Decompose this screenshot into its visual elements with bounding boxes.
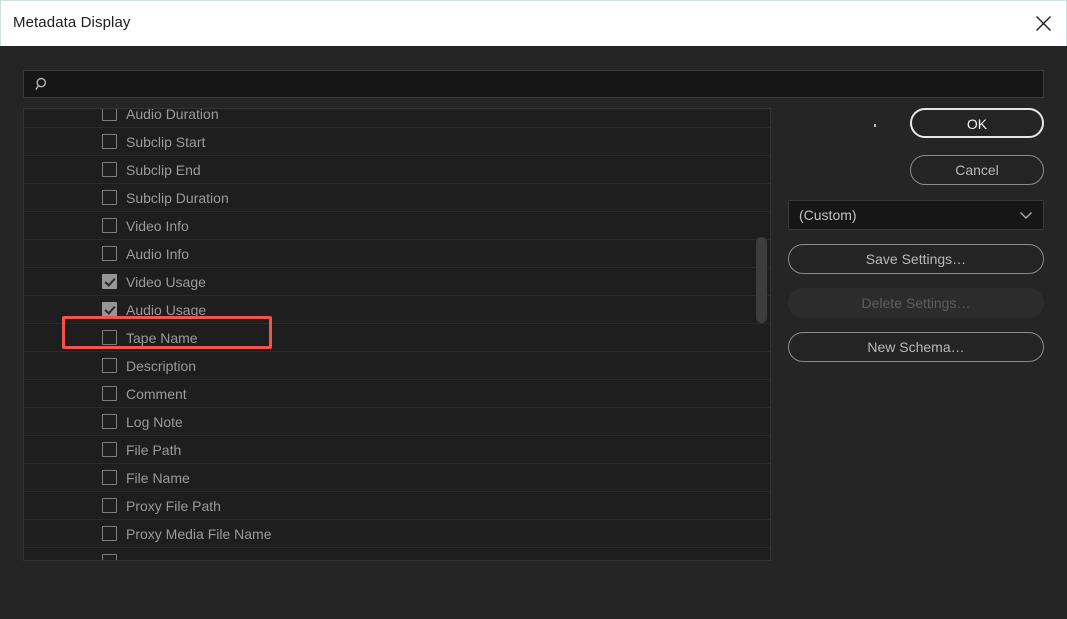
window-titlebar: Metadata Display <box>0 0 1067 46</box>
list-item-label: Subclip Start <box>126 133 206 150</box>
list-item[interactable]: Audio Info <box>24 240 770 268</box>
delete-settings-button: Delete Settings… <box>788 288 1044 318</box>
list-item-label: File Path <box>126 441 182 458</box>
mouse-cursor-artifact <box>874 124 876 127</box>
checkbox-checked[interactable] <box>102 274 117 289</box>
save-settings-button[interactable]: Save Settings… <box>788 244 1044 274</box>
list-item[interactable]: Audio Duration <box>24 108 770 128</box>
checkbox-unchecked[interactable] <box>102 498 117 513</box>
list-item[interactable]: Proxy Media File Name <box>24 520 770 548</box>
checkbox-unchecked[interactable] <box>102 358 117 373</box>
list-item[interactable]: Description <box>24 352 770 380</box>
list-item[interactable]: File Path <box>24 436 770 464</box>
list-item[interactable]: File Name <box>24 464 770 492</box>
list-item[interactable] <box>24 548 770 560</box>
list-scroll-content: Audio Duration Subclip Start Subclip End Su… <box>24 108 770 560</box>
checkbox-unchecked[interactable] <box>102 134 117 149</box>
list-scrollbar-track[interactable] <box>756 111 767 560</box>
checkbox-unchecked[interactable] <box>102 218 117 233</box>
window-title: Metadata Display <box>13 14 131 31</box>
list-item-label: Description <box>126 357 197 374</box>
list-item-label: Tape Name <box>126 329 198 346</box>
checkbox-unchecked[interactable] <box>102 470 117 485</box>
checkbox-unchecked[interactable] <box>102 190 117 205</box>
list-item-label: Subclip End <box>126 161 201 178</box>
checkbox-unchecked[interactable] <box>102 109 117 121</box>
list-item[interactable]: Proxy File Path <box>24 492 770 520</box>
list-item[interactable]: Log Note <box>24 408 770 436</box>
checkbox-unchecked[interactable] <box>102 246 117 261</box>
list-item-label: Audio Duration <box>126 108 219 122</box>
list-item[interactable]: Video Usage <box>24 268 770 296</box>
preset-select[interactable]: (Custom) <box>788 200 1044 230</box>
new-schema-button[interactable]: New Schema… <box>788 332 1044 362</box>
dialog-actions-panel: OK Cancel (Custom) Save Settings… Delete… <box>788 108 1044 362</box>
list-item-label: Proxy File Path <box>126 497 221 514</box>
close-icon[interactable] <box>1020 1 1066 46</box>
list-item[interactable]: Comment <box>24 380 770 408</box>
checkbox-unchecked[interactable] <box>102 162 117 177</box>
list-item-label: Comment <box>126 385 187 402</box>
checkbox-unchecked[interactable] <box>102 330 117 345</box>
list-item-label: Subclip Duration <box>126 189 229 206</box>
list-item-label: Video Usage <box>126 273 206 290</box>
list-item[interactable]: Subclip End <box>24 156 770 184</box>
checkbox-unchecked[interactable] <box>102 526 117 541</box>
list-item-label: Audio Info <box>126 245 190 262</box>
list-item-label: Audio Usage <box>126 301 207 318</box>
list-item-label: File Name <box>126 469 190 486</box>
metadata-field-list[interactable]: Audio Duration Subclip Start Subclip End Su… <box>23 108 771 561</box>
list-item[interactable]: Video Info <box>24 212 770 240</box>
checkbox-unchecked[interactable] <box>102 414 117 429</box>
checkbox-unchecked[interactable] <box>102 386 117 401</box>
checkbox-unchecked[interactable] <box>102 442 117 457</box>
search-icon <box>35 77 50 92</box>
ok-button[interactable]: OK <box>910 108 1044 138</box>
dialog-body: Audio Duration Subclip Start Subclip End Su… <box>0 46 1067 619</box>
checkbox-unchecked[interactable] <box>102 554 117 560</box>
list-item[interactable]: Audio Usage <box>24 296 770 324</box>
list-item-label: Video Info <box>126 217 189 234</box>
list-item[interactable]: Tape Name <box>24 324 770 352</box>
chevron-down-icon <box>1019 211 1033 220</box>
list-item-label: Proxy Media File Name <box>126 525 272 542</box>
checkbox-checked[interactable] <box>102 302 117 317</box>
list-item[interactable]: Subclip Start <box>24 128 770 156</box>
preset-select-value: (Custom) <box>799 207 857 223</box>
list-item-label: Log Note <box>126 413 183 430</box>
cancel-button[interactable]: Cancel <box>910 155 1044 185</box>
search-field[interactable] <box>23 70 1044 98</box>
search-input[interactable] <box>50 71 1043 97</box>
list-item[interactable]: Subclip Duration <box>24 184 770 212</box>
list-scrollbar-thumb[interactable] <box>756 237 767 323</box>
